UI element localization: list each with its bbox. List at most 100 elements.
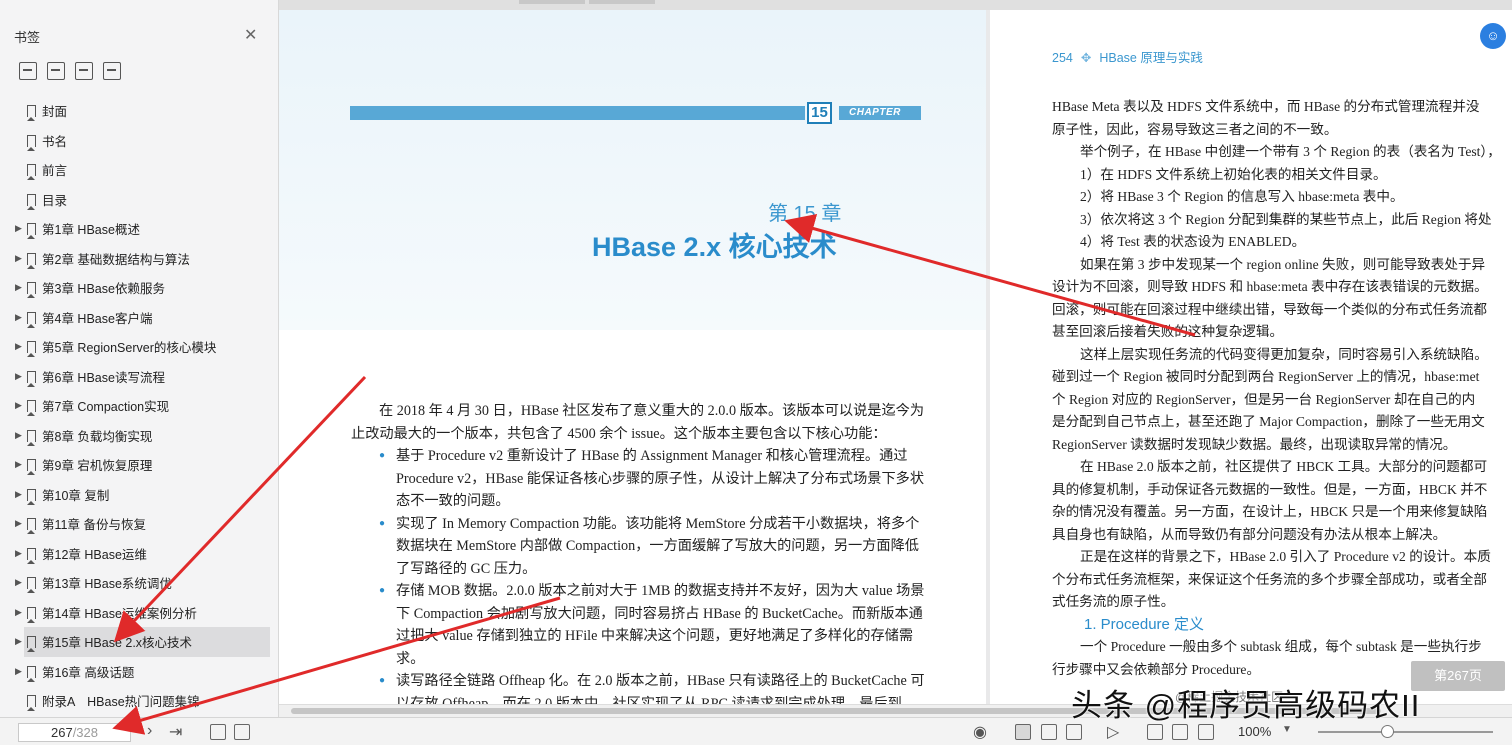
bookmark-item[interactable]: ▶ 第7章 Compaction实现 [0,391,278,421]
text-line: 如果在第 3 步中发现某一个 region online 失败，则可能导致表处于… [1080,256,1486,272]
page-number-input[interactable]: 267/328 [18,723,131,742]
text-line: 正是在这样的背景之下，HBase 2.0 引入了 Procedure v2 的设… [1080,549,1491,564]
expand-arrow-icon[interactable]: ▶ [15,489,22,500]
expand-arrow-icon[interactable]: ▶ [15,371,22,382]
bullet-item: 存储 MOB 数据。2.0.0 版本之前对大于 1MB 的数据支持并不友好，因为… [351,580,926,670]
expand-arrow-icon[interactable]: ▶ [15,223,22,234]
zoom-level[interactable]: 100% [1238,724,1271,739]
chapter-number: 15 [807,102,832,124]
close-icon[interactable]: ✕ [244,25,257,45]
expand-arrow-icon[interactable]: ▶ [15,459,22,470]
expand-arrow-icon[interactable]: ▶ [15,312,22,323]
bookmark-icon [26,429,36,446]
bookmark-item[interactable]: 附录A HBase热门问题集锦 [0,686,278,716]
bookmark-item[interactable]: ▶ 第4章 HBase客户端 [0,303,278,333]
bookmark-item[interactable]: ▶ 第13章 HBase系统调优 [0,568,278,598]
zoom-slider-knob[interactable] [1381,725,1394,738]
chapter-header-background [279,10,986,330]
bookmark-item[interactable]: 目录 [0,185,278,215]
expand-arrow-icon[interactable]: ▶ [15,400,22,411]
expand-arrow-icon[interactable]: ▶ [15,636,22,647]
text-line: 是分配到自己节点上，甚至还跑了 Major Compaction，删除了一些无用… [1052,414,1485,429]
two-page-icon[interactable] [1066,724,1082,740]
bookmark-item[interactable]: ▶ 第16章 高级话题 [0,657,278,687]
bookmark-icon [26,636,36,652]
eye-icon[interactable]: ◉ [973,722,987,742]
expand-arrow-icon[interactable]: ▶ [15,577,22,588]
bookmark-icon[interactable] [103,62,121,80]
continuous-page-icon[interactable] [1041,724,1057,740]
bookmark-item[interactable]: ▶ 第15章 HBase 2.x核心技术 [15,627,270,657]
text-line: 式任务流的原子性。 [1052,594,1175,609]
expand-all-icon[interactable] [19,62,37,80]
forward-icon[interactable] [234,724,250,740]
text-line: 2）将 HBase 3 个 Region 的信息写入 hbase:meta 表中… [1080,189,1404,204]
text-line: HBase Meta 表以及 HDFS 文件系统中，而 HBase 的分布式管理… [1052,99,1480,114]
expand-arrow-icon[interactable]: ▶ [15,548,22,559]
tab-handle[interactable] [519,0,585,4]
bookmark-item[interactable]: ▶ 第1章 HBase概述 [0,214,278,244]
bookmark-item[interactable]: 前言 [0,155,278,185]
expand-arrow-icon[interactable]: ▶ [15,341,22,352]
play-icon[interactable]: ▷ [1107,722,1119,742]
bookmark-item[interactable]: ▶ 第10章 复制 [0,480,278,510]
bookmark-item[interactable]: ▶ 第3章 HBase依赖服务 [0,273,278,303]
back-icon[interactable] [210,724,226,740]
single-page-icon[interactable] [1015,724,1031,740]
bookmark-item[interactable]: ▶ 第11章 备份与恢复 [0,509,278,539]
bookmark-icon [26,459,36,475]
text-line: 在 HBase 2.0 版本之前，社区提供了 HBCK 工具。大部分的问题都可 [1080,459,1488,474]
expand-arrow-icon[interactable]: ▶ [15,430,22,441]
add-bookmark-icon[interactable] [75,62,93,80]
diamond-icon: ✥ [1080,51,1092,65]
last-page-icon[interactable]: ⇥ [169,722,182,742]
bookmark-icon [26,134,36,151]
bookmark-label: 第13章 HBase系统调优 [42,577,172,592]
text-line: 3）依次将这 3 个 Region 分配到集群的某些节点上，此后 Region … [1080,211,1492,227]
bookmark-item[interactable]: 封面 [0,96,278,126]
fit-page-icon[interactable] [1172,724,1188,740]
bookmark-icon [26,547,36,564]
bookmark-item[interactable]: ▶ 第14章 HBase运维案例分析 [0,598,278,628]
bookmark-item[interactable]: ▶ 第5章 RegionServer的核心模块 [0,332,278,362]
current-page: 267 [50,725,73,740]
bookmark-icon [26,665,36,682]
text-line: 个 Region 对应的 RegionServer，但是另一台 RegionSe… [1052,391,1476,407]
expand-arrow-icon[interactable]: ▶ [15,518,22,529]
text-line: 设计为不回滚，则导致 HDFS 和 hbase:meta 表中存在该表错误的元数… [1052,279,1488,294]
tab-handle[interactable] [589,0,655,4]
section-heading: 1. Procedure 定义 [1084,615,1205,633]
bookmark-icon [26,311,36,328]
expand-arrow-icon[interactable]: ▶ [15,282,22,293]
bookmark-item[interactable]: 书名 [0,126,278,156]
chevron-down-icon[interactable]: ▼ [1282,724,1292,735]
text-line: 个分布式任务流框架，来保证这个任务流的多个步骤全部成功，或者全部 [1052,571,1487,587]
bullet-item: 实现了 In Memory Compaction 功能。该功能将 MemStor… [351,513,926,581]
zoom-slider[interactable] [1318,731,1493,733]
running-header: 254 ✥ HBase 原理与实践 [1052,47,1203,66]
bookmark-label: 书名 [42,134,68,149]
bookmark-label: 第16章 高级话题 [42,665,135,680]
bookmark-item[interactable]: ▶ 第2章 基础数据结构与算法 [0,244,278,274]
bookmark-label: 第6章 HBase读写流程 [42,370,165,385]
bookmark-label: 第15章 HBase 2.x核心技术 [42,636,193,651]
bookmark-icon [26,105,36,121]
bookmark-item[interactable]: ▶ 第12章 HBase运维 [0,539,278,569]
bookmark-item[interactable]: ▶ 第9章 宕机恢复原理 [0,450,278,480]
bookmark-label: 第9章 宕机恢复原理 [42,459,153,474]
expand-arrow-icon[interactable]: ▶ [15,666,22,677]
expand-arrow-icon[interactable]: ▶ [15,253,22,264]
fit-width-icon[interactable] [1198,724,1214,740]
bookmark-icon [26,400,36,416]
text-line: 具自身也有缺陷，从而导致仍有部分问题没有办法从根本上解决。 [1052,526,1447,542]
assistant-icon[interactable]: ☺ [1480,23,1506,49]
text-line: 一个 Procedure 一般由多个 subtask 组成，每个 subtask… [1080,639,1482,654]
bookmark-list: 封面书名前言 目录 ▶ 第1章 HBase概述 ▶ 第2章 基础数据结构与算法 ▶ 第3章 H… [0,96,278,716]
bookmark-item[interactable]: ▶ 第8章 负载均衡实现 [0,421,278,451]
collapse-all-icon[interactable] [47,62,65,80]
next-page-icon[interactable]: › [147,722,152,740]
actual-size-icon[interactable] [1147,724,1163,740]
expand-arrow-icon[interactable]: ▶ [15,607,22,618]
text-line: 1）在 HDFS 文件系统上初始化表的相关文件目录。 [1080,166,1387,182]
bookmark-item[interactable]: ▶ 第6章 HBase读写流程 [0,362,278,392]
